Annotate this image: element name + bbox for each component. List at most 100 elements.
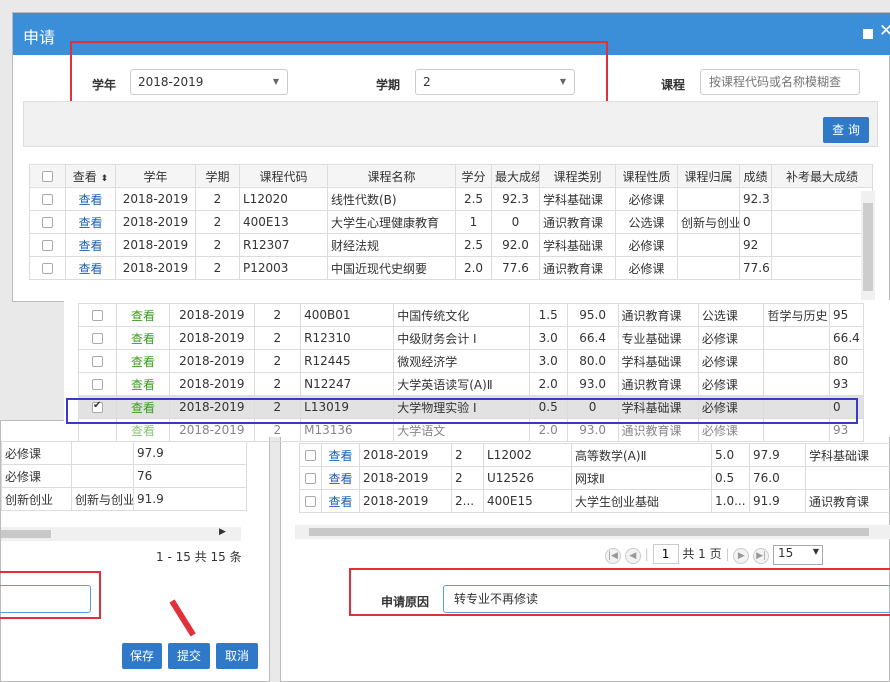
cell: 公选课 [615, 210, 678, 234]
scroll-thumb[interactable] [1, 530, 51, 538]
view-link[interactable]: 查看 [116, 349, 170, 373]
sort-icon: ⬍ [100, 173, 109, 184]
table-row[interactable]: 查看 2018-2019 2 400B01 中国传统文化 1.5 95.0 通识… [77, 303, 864, 327]
col-credit[interactable]: 学分 [455, 164, 492, 188]
cell: 3.0 [528, 326, 568, 350]
page-size-select[interactable]: 15 ▼ [772, 544, 823, 565]
left-hscrollbar[interactable]: ▶ [1, 527, 241, 541]
col-max-score[interactable]: 最大成绩 [491, 164, 540, 188]
reason-input[interactable]: 转专业不再修读 [443, 585, 890, 613]
col-name[interactable]: 课程名称 [327, 164, 456, 188]
col-year[interactable]: 学年 [115, 164, 196, 188]
cell: 400E13 [239, 210, 328, 234]
view-link[interactable]: 查看 [65, 210, 116, 234]
row-checkbox[interactable] [77, 372, 118, 396]
page-number-input[interactable] [652, 544, 679, 564]
row-checkbox[interactable] [299, 443, 322, 467]
cell: 通识教育课 [805, 489, 890, 513]
row-checkbox[interactable] [29, 187, 66, 211]
term-select[interactable]: 2 ▼ [415, 69, 575, 95]
col-view[interactable]: 查看 ⬍ [65, 164, 116, 188]
prev-page-icon[interactable]: ◀ [624, 548, 641, 564]
cell: N12247 [300, 372, 395, 396]
row-checkbox[interactable] [29, 210, 66, 234]
cell: 2018-2019 [359, 489, 452, 513]
col-nature[interactable]: 课程性质 [615, 164, 678, 188]
cell: 2018-2019 [359, 466, 452, 490]
scroll-thumb[interactable] [863, 203, 873, 291]
scroll-right-icon[interactable]: ▶ [219, 527, 226, 537]
cell [771, 210, 873, 234]
row-checkbox[interactable] [77, 303, 118, 327]
chevron-down-icon: ▼ [812, 546, 819, 556]
left-reason-input[interactable] [0, 585, 91, 613]
search-button[interactable]: 查 询 [823, 117, 869, 143]
cell: 97.9 [749, 443, 806, 467]
row-checkbox[interactable] [29, 256, 66, 280]
table-row[interactable]: 查看 2018-2019 2 R12445 微观经济学 3.0 80.0 学科基… [77, 349, 864, 373]
cell: R12307 [239, 233, 328, 257]
row-checkbox[interactable] [77, 349, 118, 373]
view-link[interactable]: 查看 [65, 256, 116, 280]
row-checkbox[interactable] [77, 326, 118, 350]
submit-button[interactable]: 提交 [168, 643, 210, 669]
row-checkbox[interactable] [29, 233, 66, 257]
row-checkbox[interactable] [299, 466, 322, 490]
next-page-icon[interactable]: ▶ [733, 548, 750, 564]
year-select[interactable]: 2018-2019 ▼ [130, 69, 288, 95]
cancel-button[interactable]: 取消 [216, 643, 258, 669]
first-page-icon[interactable]: |◀ [605, 548, 621, 564]
grid-scrollbar[interactable] [861, 191, 875, 303]
table-row[interactable]: 查看 2018-2019 2 P12003 中国近现代史纲要 2.0 77.6 … [29, 256, 873, 280]
col-term[interactable]: 学期 [195, 164, 240, 188]
course-search-input[interactable] [700, 69, 860, 95]
cell: 2018-2019 [168, 349, 255, 373]
cell: 1.5 [528, 303, 568, 327]
cell: 大学生心理健康教育 [327, 210, 456, 234]
row-checkbox[interactable] [299, 489, 322, 513]
cell: 77.6 [739, 256, 772, 280]
view-link[interactable]: 查看 [65, 233, 116, 257]
cell: 95 [829, 303, 864, 327]
last-page-icon[interactable]: ▶| [753, 548, 770, 564]
view-link[interactable]: 查看 [321, 443, 360, 467]
table-row[interactable]: 查看 2018-2019 2 R12307 财经法规 2.5 92.0 学科基础… [29, 233, 873, 257]
page-size-value: 15 [777, 545, 794, 560]
cell: 1.0... [711, 489, 750, 513]
cell: 1 [455, 210, 492, 234]
cell: 92.3 [491, 187, 540, 211]
table-row[interactable]: 查看 2018-2019 2 N12247 大学英语读写(A)Ⅱ 2.0 93.… [77, 372, 864, 396]
view-link[interactable]: 查看 [116, 326, 170, 350]
table-row[interactable]: 查看 2018-2019 2 R12310 中级财务会计 I 3.0 66.4 … [77, 326, 864, 350]
cell: 大学生创业基础 [571, 489, 712, 513]
table-row[interactable]: 查看 2018-2019 2... 400E15 大学生创业基础 1.0... … [299, 489, 890, 513]
maximize-icon[interactable] [863, 29, 873, 39]
bottom-hscrollbar[interactable] [295, 525, 890, 539]
view-link[interactable]: 查看 [116, 372, 170, 396]
total-pages: 共 1 页 [682, 547, 722, 561]
table-row[interactable]: 查看 2018-2019 2 U12526 网球Ⅱ 0.5 76.0 [299, 466, 890, 490]
cell: 2... [451, 489, 484, 513]
view-link[interactable]: 查看 [321, 489, 360, 513]
col-makeup-score[interactable]: 补考最大成绩 [771, 164, 873, 188]
scroll-thumb[interactable] [309, 528, 869, 536]
col-belong[interactable]: 课程归属 [677, 164, 740, 188]
col-score[interactable]: 成绩 [739, 164, 772, 188]
table-row[interactable]: 查看 2018-2019 2 L12002 高等数学(A)Ⅱ 5.0 97.9 … [299, 443, 890, 467]
save-button[interactable]: 保存 [122, 643, 162, 669]
cell: 76.0 [749, 466, 806, 490]
cell: 66.4 [566, 326, 619, 350]
view-link[interactable]: 查看 [116, 303, 170, 327]
table-row[interactable]: 查看 2018-2019 2 400E13 大学生心理健康教育 1 0 通识教育… [29, 210, 873, 234]
col-category[interactable]: 课程类别 [539, 164, 616, 188]
view-link[interactable]: 查看 [65, 187, 116, 211]
pointer-arrow-icon [169, 599, 196, 637]
cell: 公选课 [697, 303, 765, 327]
pager: |◀ ◀ | 共 1 页 | ▶ ▶| 15 ▼ [605, 544, 835, 566]
col-code[interactable]: 课程代码 [239, 164, 328, 188]
close-icon[interactable]: ✕ [879, 21, 890, 41]
table-row[interactable]: 查看 2018-2019 2 L12020 线性代数(B) 2.5 92.3 学… [29, 187, 873, 211]
cell: 2 [253, 372, 302, 396]
select-all-checkbox[interactable] [29, 164, 66, 188]
view-link[interactable]: 查看 [321, 466, 360, 490]
